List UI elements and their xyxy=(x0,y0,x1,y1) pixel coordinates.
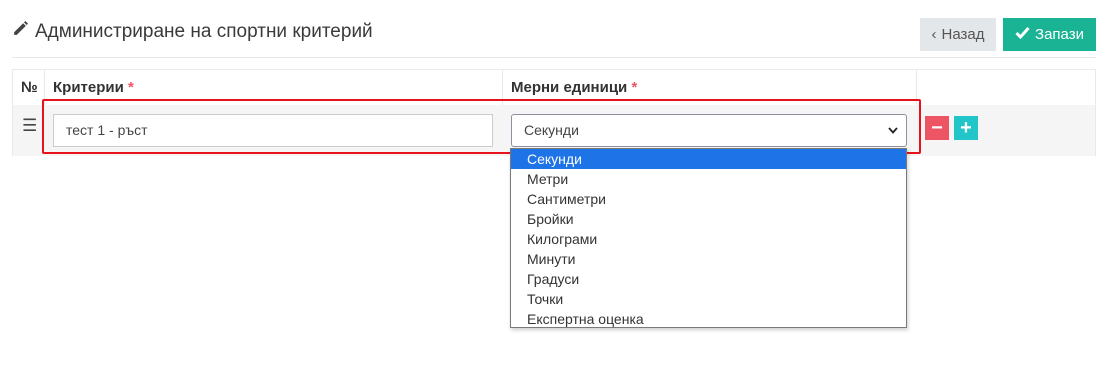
criteria-input[interactable]: тест 1 - ръст xyxy=(53,114,493,147)
header-divider xyxy=(12,57,1096,58)
minus-icon: − xyxy=(931,117,943,139)
back-button[interactable]: ‹ Назад xyxy=(920,18,996,51)
page-title: Администриране на спортни критерий xyxy=(12,20,373,43)
drag-handle-icon[interactable]: ☰ xyxy=(22,117,37,134)
save-button[interactable]: Запази xyxy=(1003,18,1096,51)
save-button-label: Запази xyxy=(1035,26,1084,43)
dropdown-option[interactable]: Секунди xyxy=(511,149,906,169)
units-select-value: Секунди xyxy=(524,122,579,138)
dropdown-option[interactable]: Бройки xyxy=(511,209,906,229)
chevron-left-icon: ‹ xyxy=(931,26,937,43)
dropdown-option[interactable]: Точки xyxy=(511,289,906,309)
criteria-table: № Критерии * Мерни единици * ☰ тест 1 - … xyxy=(12,69,1096,156)
column-number-header: № xyxy=(21,79,38,96)
page-title-text: Администриране на спортни критерий xyxy=(35,20,373,42)
remove-row-button[interactable]: − xyxy=(925,116,949,140)
column-criteria-header: Критерии * xyxy=(53,70,134,105)
table-header: № Критерии * Мерни единици * xyxy=(13,70,1095,106)
back-button-label: Назад xyxy=(941,26,985,43)
check-icon xyxy=(1015,26,1030,43)
dropdown-option[interactable]: Метри xyxy=(511,169,906,189)
dropdown-option[interactable]: Експертна оценка xyxy=(511,309,906,329)
pencil-icon xyxy=(12,20,29,43)
dropdown-option[interactable]: Минути xyxy=(511,249,906,269)
page-header: Администриране на спортни критерий ‹ Наз… xyxy=(0,0,1108,58)
dropdown-option[interactable]: Килограми xyxy=(511,229,906,249)
units-select[interactable]: Секунди xyxy=(511,114,907,147)
required-marker: * xyxy=(128,79,134,96)
dropdown-option[interactable]: Градуси xyxy=(511,269,906,289)
column-criteria-label: Критерии xyxy=(53,79,124,96)
plus-icon: + xyxy=(960,117,972,139)
units-dropdown-list[interactable]: Секунди Метри Сантиметри Бройки Килограм… xyxy=(510,148,907,328)
required-marker: * xyxy=(631,79,638,96)
column-units-label: Мерни единици xyxy=(511,79,628,96)
column-units-header: Мерни единици * xyxy=(511,70,637,105)
dropdown-option[interactable]: Сантиметри xyxy=(511,189,906,209)
add-row-button[interactable]: + xyxy=(954,116,978,140)
